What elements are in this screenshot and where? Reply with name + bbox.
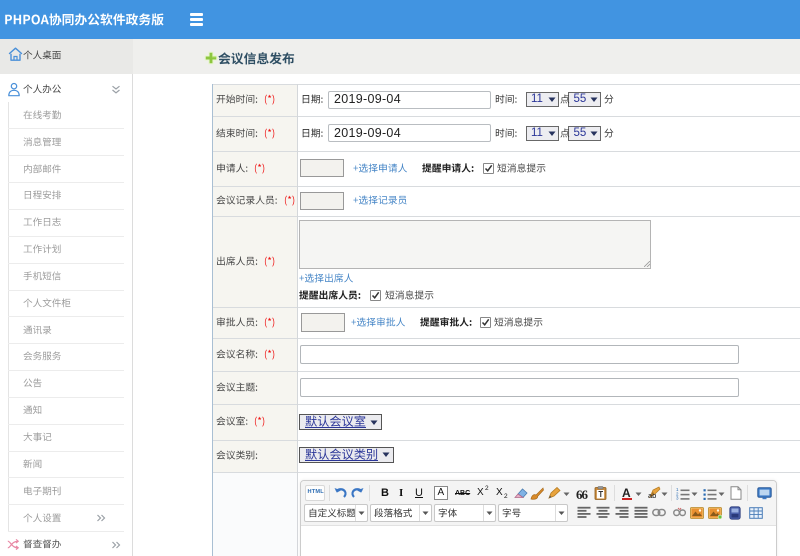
svg-text:3: 3 [676,495,679,499]
